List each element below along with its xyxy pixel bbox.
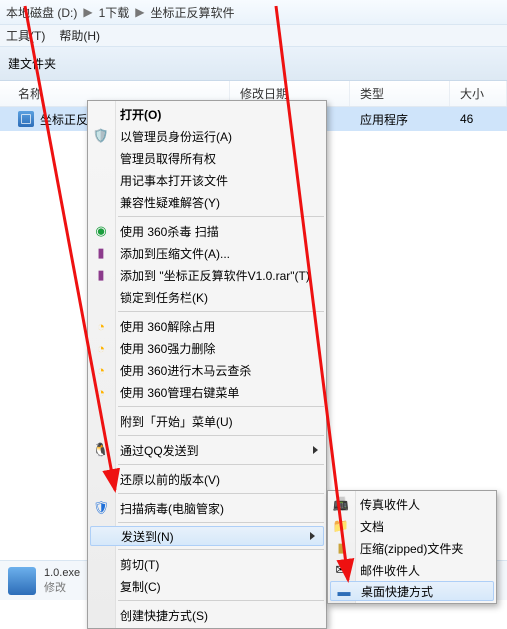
separator bbox=[118, 549, 324, 550]
menu-cut[interactable]: 剪切(T) bbox=[88, 553, 326, 575]
separator bbox=[118, 311, 324, 312]
column-type[interactable]: 类型 bbox=[350, 81, 450, 106]
desktop-icon: ▬ bbox=[336, 583, 352, 599]
exe-file-icon bbox=[18, 111, 34, 127]
menu-tools[interactable]: 工具(T) bbox=[6, 27, 45, 44]
menu-scan-tencent[interactable]: 🛡扫描病毒(电脑管家) bbox=[88, 497, 326, 519]
menu-copy[interactable]: 复制(C) bbox=[88, 575, 326, 597]
qq-icon: 🐧 bbox=[93, 442, 109, 458]
toolbar: 建文件夹 bbox=[0, 47, 507, 81]
menu-bar: 工具(T) 帮助(H) bbox=[0, 25, 507, 47]
archive-icon: ▮ bbox=[93, 245, 109, 261]
exe-file-icon bbox=[8, 567, 36, 595]
file-type: 应用程序 bbox=[350, 111, 450, 128]
submenu-documents[interactable]: 📁文档 bbox=[328, 515, 496, 537]
shield-icon: 🛡 bbox=[93, 500, 109, 516]
separator bbox=[118, 406, 324, 407]
chevron-icon: ▶ bbox=[135, 5, 144, 19]
breadcrumb-drive[interactable]: 本地磁盘 (D:) bbox=[6, 4, 77, 21]
mail-icon: ✉ bbox=[333, 562, 349, 578]
send-to-submenu: 📠传真收件人 📁文档 ▮压缩(zipped)文件夹 ✉邮件收件人 ▬桌面快捷方式 bbox=[327, 490, 497, 604]
menu-360-trojan[interactable]: ◔使用 360进行木马云查杀 bbox=[88, 359, 326, 381]
menu-add-rar[interactable]: ▮添加到 "坐标正反算软件V1.0.rar"(T) bbox=[88, 264, 326, 286]
file-size: 46 bbox=[450, 112, 473, 126]
shield-icon: 🛡️ bbox=[93, 128, 109, 144]
status-filename: 1.0.exe bbox=[44, 567, 80, 579]
menu-admin-ownership[interactable]: 管理员取得所有权 bbox=[88, 147, 326, 169]
menu-360-scan[interactable]: ◉使用 360杀毒 扫描 bbox=[88, 220, 326, 242]
menu-send-to[interactable]: 发送到(N) bbox=[90, 526, 324, 546]
menu-help[interactable]: 帮助(H) bbox=[59, 27, 100, 44]
breadcrumb-folder[interactable]: 坐标正反算软件 bbox=[150, 4, 234, 21]
360-icon: ◔ bbox=[93, 384, 109, 400]
menu-compat-trouble[interactable]: 兼容性疑难解答(Y) bbox=[88, 191, 326, 213]
menu-run-as-admin[interactable]: 🛡️以管理员身份运行(A) bbox=[88, 125, 326, 147]
separator bbox=[118, 600, 324, 601]
folder-icon: 📁 bbox=[333, 518, 349, 534]
menu-360-unlock[interactable]: ◔使用 360解除占用 bbox=[88, 315, 326, 337]
submenu-desktop-shortcut[interactable]: ▬桌面快捷方式 bbox=[330, 581, 494, 601]
menu-360-rclick[interactable]: ◔使用 360管理右键菜单 bbox=[88, 381, 326, 403]
fax-icon: 📠 bbox=[333, 496, 349, 512]
chevron-right-icon bbox=[310, 532, 315, 540]
menu-qq-send[interactable]: 🐧通过QQ发送到 bbox=[88, 439, 326, 461]
separator bbox=[118, 435, 324, 436]
address-bar[interactable]: 本地磁盘 (D:) ▶ 1下载 ▶ 坐标正反算软件 bbox=[0, 0, 507, 25]
360-icon: ◔ bbox=[93, 318, 109, 334]
context-menu: 打开(O) 🛡️以管理员身份运行(A) 管理员取得所有权 用记事本打开该文件 兼… bbox=[87, 100, 327, 629]
360-icon: ◔ bbox=[93, 340, 109, 356]
menu-create-shortcut[interactable]: 创建快捷方式(S) bbox=[88, 604, 326, 626]
separator bbox=[118, 216, 324, 217]
column-size[interactable]: 大小 bbox=[450, 81, 507, 106]
zip-icon: ▮ bbox=[333, 540, 349, 556]
status-modified-label: 修改 bbox=[44, 579, 80, 595]
submenu-mail[interactable]: ✉邮件收件人 bbox=[328, 559, 496, 581]
chevron-right-icon bbox=[313, 446, 318, 454]
submenu-fax[interactable]: 📠传真收件人 bbox=[328, 493, 496, 515]
menu-360-force-delete[interactable]: ◔使用 360强力删除 bbox=[88, 337, 326, 359]
archive-icon: ▮ bbox=[93, 267, 109, 283]
submenu-zip[interactable]: ▮压缩(zipped)文件夹 bbox=[328, 537, 496, 559]
chevron-icon: ▶ bbox=[83, 5, 92, 19]
antivirus-icon: ◉ bbox=[93, 223, 109, 239]
360-icon: ◔ bbox=[93, 362, 109, 378]
breadcrumb-folder[interactable]: 1下载 bbox=[99, 4, 130, 21]
menu-open[interactable]: 打开(O) bbox=[88, 103, 326, 125]
menu-pin-taskbar[interactable]: 锁定到任务栏(K) bbox=[88, 286, 326, 308]
menu-restore-prev[interactable]: 还原以前的版本(V) bbox=[88, 468, 326, 490]
menu-pin-start[interactable]: 附到「开始」菜单(U) bbox=[88, 410, 326, 432]
separator bbox=[118, 493, 324, 494]
menu-add-archive[interactable]: ▮添加到压缩文件(A)... bbox=[88, 242, 326, 264]
menu-open-notepad[interactable]: 用记事本打开该文件 bbox=[88, 169, 326, 191]
new-folder-button[interactable]: 建文件夹 bbox=[8, 55, 56, 72]
separator bbox=[118, 464, 324, 465]
separator bbox=[118, 522, 324, 523]
